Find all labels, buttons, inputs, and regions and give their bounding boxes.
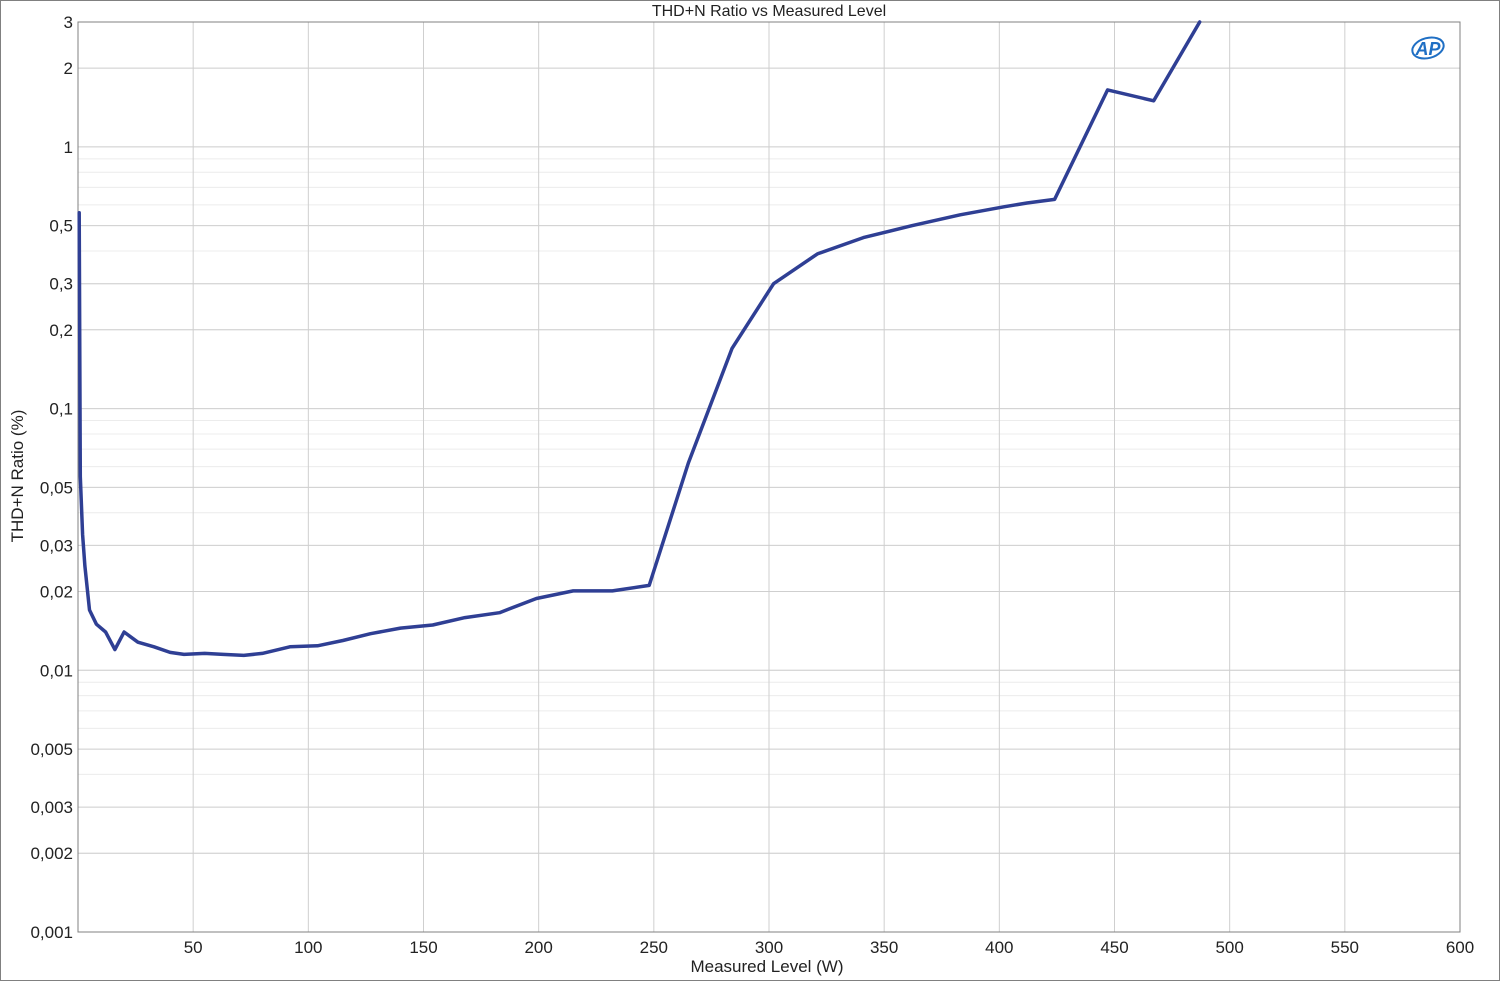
ap-logo-text: AP	[1414, 39, 1441, 59]
y-tick-label: 0,005	[30, 740, 73, 759]
y-tick-label: 0,003	[30, 798, 73, 817]
y-tick-label: 3	[64, 13, 73, 32]
x-tick-label: 150	[409, 938, 437, 957]
x-tick-label: 50	[184, 938, 203, 957]
y-axis-ticks: 0,001 0,002 0,003 0,005 0,01 0,02 0,03 0,05 0,1 0…	[30, 13, 73, 942]
y-tick-label: 0,1	[49, 400, 73, 419]
x-tick-label: 400	[985, 938, 1013, 957]
x-tick-label: 200	[524, 938, 552, 957]
ap-logo: AP	[1411, 36, 1445, 60]
y-tick-label: 0,002	[30, 844, 73, 863]
y-tick-label: 1	[64, 138, 73, 157]
y-tick-label: 0,02	[40, 583, 73, 602]
y-tick-label: 0,2	[49, 321, 73, 340]
x-tick-label: 450	[1100, 938, 1128, 957]
y-tick-label: 0,5	[49, 217, 73, 236]
x-tick-label: 250	[640, 938, 668, 957]
chart-title: THD+N Ratio vs Measured Level	[652, 3, 886, 20]
x-tick-label: 300	[755, 938, 783, 957]
y-tick-label: 0,001	[30, 923, 73, 942]
x-tick-label: 500	[1215, 938, 1243, 957]
x-axis-ticks: 50 100 150 200 250 300 350 400 450 500 550 600	[184, 938, 1474, 957]
y-tick-label: 0,3	[49, 275, 73, 294]
x-tick-label: 100	[294, 938, 322, 957]
y-tick-label: 2	[64, 59, 73, 78]
series-layer	[77, 20, 1202, 658]
series-line	[77, 20, 1202, 658]
y-axis-title: THD+N Ratio (%)	[8, 410, 27, 543]
x-tick-label: 550	[1331, 938, 1359, 957]
y-tick-label: 0,03	[40, 536, 73, 555]
x-axis-title: Measured Level (W)	[690, 957, 843, 976]
x-tick-label: 600	[1446, 938, 1474, 957]
y-tick-label: 0,05	[40, 478, 73, 497]
chart-canvas: 50 100 150 200 250 300 350 400 450 500 550 600 0,00…	[8, 3, 1474, 976]
y-tick-label: 0,01	[40, 661, 73, 680]
x-tick-label: 350	[870, 938, 898, 957]
